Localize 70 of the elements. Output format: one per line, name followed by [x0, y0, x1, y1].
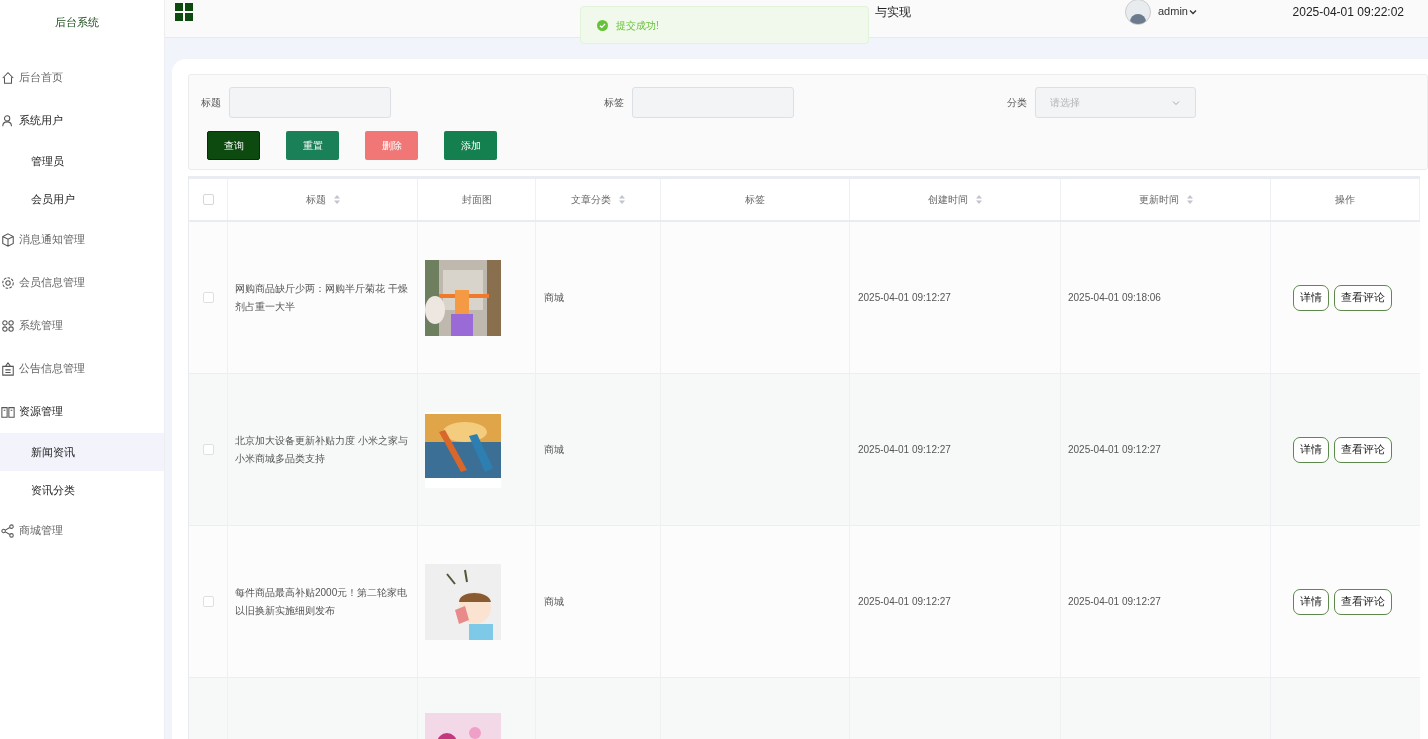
column-header: 标签	[745, 193, 765, 207]
column-header: 操作	[1335, 193, 1355, 207]
user-menu[interactable]: admin	[1158, 3, 1197, 20]
submenu-item[interactable]: 新闻资讯	[0, 433, 164, 471]
column-header: 标题	[305, 193, 326, 207]
action-button[interactable]: 重置	[286, 131, 339, 160]
table-cell-text: 商城	[544, 443, 564, 457]
sort-icon[interactable]	[333, 195, 340, 204]
checkbox[interactable]	[202, 596, 214, 607]
success-icon	[597, 19, 608, 31]
menu-item[interactable]: 后台首页	[0, 56, 164, 99]
row-action-button[interactable]: 查看评论	[1334, 436, 1392, 463]
filter-field[interactable]	[632, 87, 794, 118]
grid-icon	[1, 318, 15, 333]
menu-item[interactable]: 公告信息管理	[0, 347, 164, 390]
row-action-button[interactable]: 详情	[1293, 436, 1329, 463]
cube-icon	[1, 232, 15, 247]
checkbox[interactable]	[202, 194, 214, 205]
sort-icon[interactable]	[976, 195, 982, 204]
filter-label: 标签	[604, 96, 624, 110]
filter-field[interactable]	[229, 87, 391, 118]
settings-icon	[1, 275, 15, 290]
filter-label: 标题	[201, 96, 221, 110]
notice-board-icon	[1, 361, 15, 376]
action-button[interactable]: 添加	[444, 131, 497, 160]
row-action-button[interactable]: 详情	[1293, 284, 1329, 311]
sort-icon[interactable]	[1186, 195, 1193, 204]
submenu-item[interactable]: 管理员	[0, 142, 164, 180]
menu-item[interactable]: 资源管理	[0, 390, 164, 433]
datetime: 2025-04-01 09:22:02	[1292, 3, 1404, 21]
row-action-button[interactable]: 详情	[1293, 588, 1329, 615]
submenu-item[interactable]: 资讯分类	[0, 471, 164, 509]
table-cell-text: 2025-04-01 09:12:27	[1068, 443, 1161, 457]
table-cell-text: 2025-04-01 09:12:27	[858, 595, 951, 609]
avatar[interactable]	[1125, 0, 1151, 25]
table-cell-text: 北京加大设备更新补贴力度 小米之家与小米商城多品类支持	[235, 433, 409, 466]
table-cell-text: 2025-04-01 09:12:27	[1068, 595, 1161, 609]
menu-item[interactable]: 商城管理	[0, 509, 164, 552]
toast-message: 提交成功!	[616, 18, 659, 33]
column-header: 创建时间	[928, 193, 968, 207]
table-cell-text: 2025-04-01 09:12:27	[858, 291, 951, 305]
table-cell-text: 每件商品最高补贴2000元！第二轮家电以旧换新实施细则发布	[235, 585, 409, 618]
menu-item[interactable]: 会员信息管理	[0, 261, 164, 304]
menu-item[interactable]: 系统管理	[0, 304, 164, 347]
grid-menu-icon[interactable]	[175, 2, 193, 21]
menu-item[interactable]: 消息通知管理	[0, 218, 164, 261]
table-cell-text: 商城	[544, 291, 564, 305]
row-action-button[interactable]: 查看评论	[1334, 588, 1392, 615]
menu-item[interactable]: 系统用户	[0, 99, 164, 142]
column-header: 文章分类	[571, 193, 611, 207]
sidebar-title: 后台系统	[54, 14, 100, 30]
table-cell-text: 商城	[544, 595, 564, 609]
column-header: 封面图	[461, 193, 492, 207]
action-button[interactable]: 查询	[207, 131, 260, 160]
share-icon	[1, 523, 15, 538]
row-action-button[interactable]: 查看评论	[1334, 284, 1392, 311]
checkbox[interactable]	[202, 444, 214, 455]
caret-icon	[1188, 7, 1197, 16]
table-cell-text: 2025-04-01 09:12:27	[858, 443, 951, 457]
filter-label: 分类	[1007, 96, 1027, 110]
system-title: 与实现	[875, 3, 911, 21]
submenu-item[interactable]: 会员用户	[0, 180, 164, 218]
sort-icon[interactable]	[619, 195, 625, 204]
table-cell-text: 网购商品缺斤少两：网购半斤菊花 干燥剂占重一大半	[235, 281, 409, 314]
book-icon	[1, 404, 15, 419]
checkbox[interactable]	[202, 292, 214, 303]
home-icon	[1, 70, 15, 85]
user-icon	[1, 113, 15, 128]
table-cell-text: 2025-04-01 09:18:06	[1068, 291, 1161, 305]
column-header: 更新时间	[1138, 193, 1179, 207]
